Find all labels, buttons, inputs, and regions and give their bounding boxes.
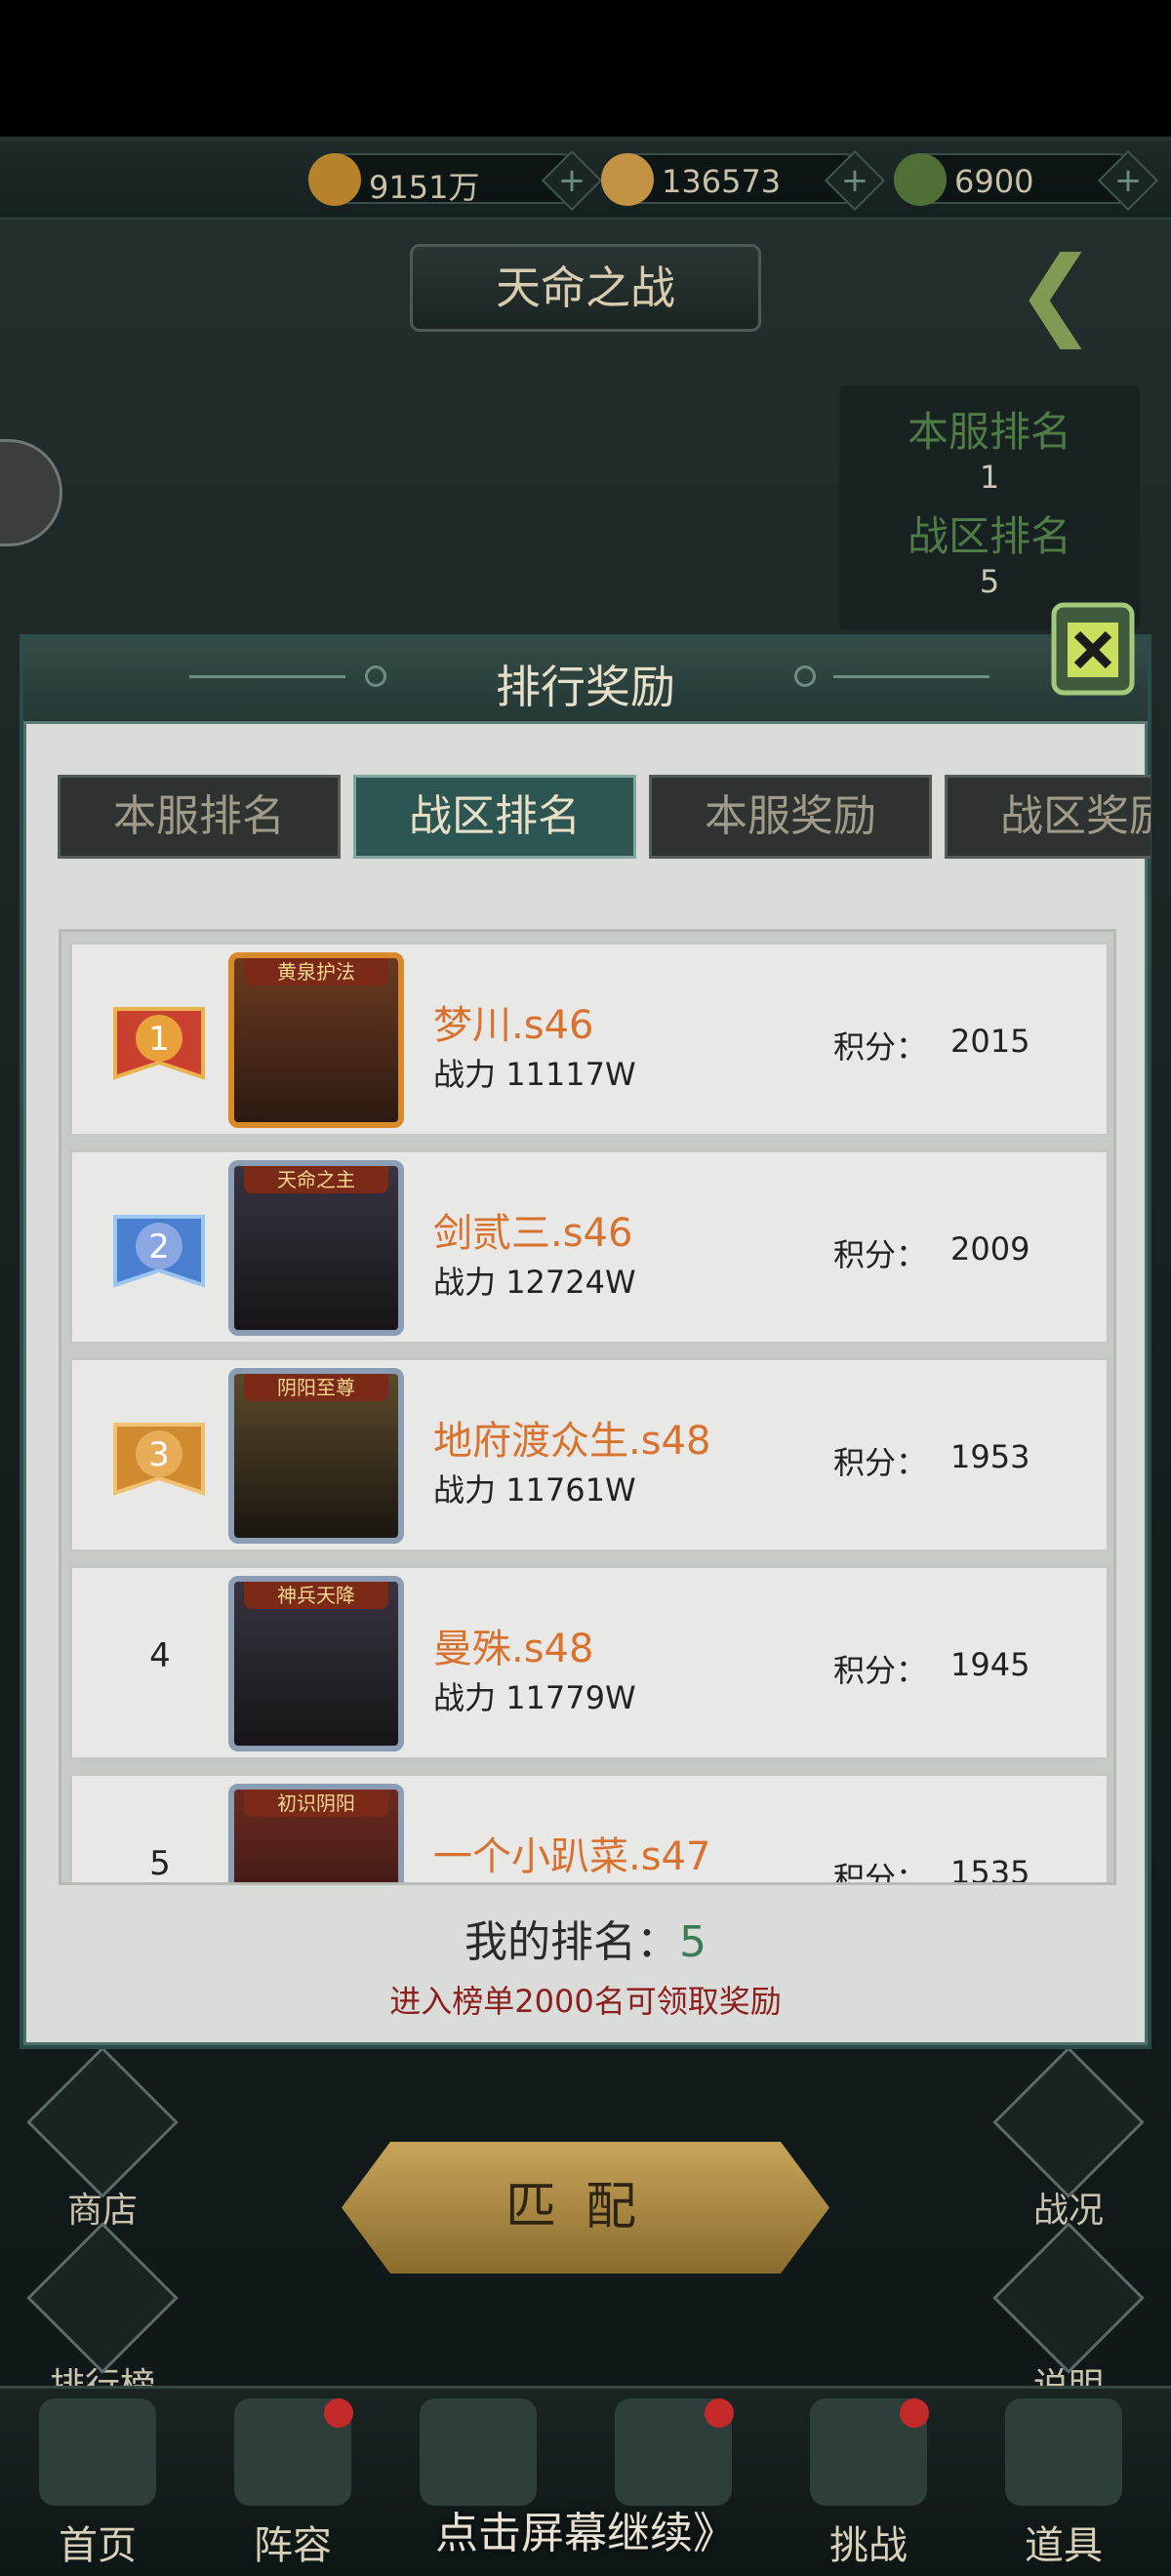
table-row: 1 黄泉护法 梦川.s46 战力 11117W 积分： 2015	[69, 942, 1110, 1137]
currency-bar: 9151万 + 136573 + 6900 +	[0, 141, 1171, 220]
ranking-list[interactable]: 1 黄泉护法 梦川.s46 战力 11117W 积分： 2015 2 天命之主 …	[59, 929, 1116, 1885]
player-name: 地府渡众生.s48	[433, 1419, 711, 1464]
items-icon	[1005, 2398, 1122, 2506]
power-value: 11117W	[505, 1056, 636, 1093]
table-row: 4 神兵天降 曼殊.s48 战力 11779W 积分： 1945	[69, 1565, 1110, 1760]
score-value: 2015	[950, 1023, 1030, 1060]
rank-number: 1	[148, 1020, 170, 1059]
score-value: 2009	[950, 1230, 1030, 1268]
player-power: 战力 11117W	[433, 1050, 636, 1095]
home-icon	[39, 2398, 156, 2506]
reward-note: 进入榜单2000名可领取奖励	[389, 1983, 782, 2020]
player-name: 曼殊.s48	[433, 1627, 594, 1671]
report-icon	[992, 2046, 1145, 2198]
score-label: 积分：	[833, 1860, 928, 1885]
shop-button[interactable]: 商店	[26, 2046, 179, 2233]
tab-server-rewards[interactable]: 本服奖励	[649, 775, 932, 859]
title-badge: 神兵天降	[244, 1582, 388, 1609]
title-badge: 天命之主	[244, 1166, 388, 1193]
power-value: 12724W	[505, 1264, 636, 1301]
tab-bar: 本服排名 战区排名 本服奖励 战区奖励	[58, 775, 1151, 863]
add-coins-button[interactable]: +	[541, 149, 603, 212]
rank-number: 5	[149, 1844, 171, 1883]
power-label: 战力	[433, 1264, 497, 1301]
leaderboard-icon	[26, 2222, 179, 2374]
add-jade-button[interactable]: +	[1097, 149, 1159, 212]
score-label: 积分：	[833, 1444, 928, 1481]
player-name: 一个小趴菜.s47	[433, 1834, 711, 1879]
status-area	[0, 0, 1171, 137]
my-rank-label: 我的排名：	[464, 1917, 679, 1967]
help-button[interactable]: 说明	[992, 2222, 1145, 2408]
battle-report-button[interactable]: 战况	[992, 2046, 1145, 2233]
notification-dot	[705, 2398, 734, 2428]
notification-dot	[324, 2398, 353, 2428]
power-label: 战力	[433, 1471, 497, 1509]
currency-value: 136573	[662, 163, 782, 200]
player-name: 剑贰三.s46	[433, 1211, 633, 1256]
score-label: 积分：	[833, 1236, 928, 1273]
my-rank: 我的排名：5	[23, 1907, 1148, 1969]
currency-value: 9151万	[369, 169, 480, 206]
rank-3-medal-icon: 3	[113, 1423, 205, 1496]
leaderboard-button[interactable]: 排行榜	[26, 2222, 179, 2408]
score-label: 积分：	[833, 1028, 928, 1066]
weapon-icon	[420, 2398, 537, 2506]
title-badge: 初识阴阳	[244, 1790, 388, 1817]
score-value: 1535	[950, 1854, 1030, 1885]
rank-2-medal-icon: 2	[113, 1215, 205, 1288]
continue-hint[interactable]: 点击屏幕继续》	[0, 2498, 1171, 2560]
avatar[interactable]: 黄泉护法	[228, 952, 404, 1128]
currency-jade: 6900 +	[894, 149, 1159, 212]
power-label: 战力	[433, 1679, 497, 1716]
ranking-rewards-modal: 排行奖励 本服排名 战区排名 本服奖励 战区奖励 1 黄泉护法 梦川.s46 战…	[20, 634, 1151, 2049]
currency-value: 6900	[954, 163, 1034, 200]
avatar[interactable]: 初识阴阳	[228, 1784, 404, 1882]
player-power: 战力 11779W	[433, 1673, 636, 1718]
shop-icon	[26, 2046, 179, 2198]
tab-server-ranking[interactable]: 本服排名	[58, 775, 341, 859]
close-icon[interactable]	[1034, 585, 1151, 703]
player-name: 梦川.s46	[433, 1003, 594, 1048]
table-row: 3 阴阳至尊 地府渡众生.s48 战力 11761W 积分： 1953	[69, 1357, 1110, 1552]
server-rank-value: 1	[979, 459, 1000, 496]
tab-zone-rewards[interactable]: 战区奖励	[945, 775, 1151, 859]
currency-coins: 9151万 +	[308, 149, 603, 212]
rank-number: 4	[149, 1636, 171, 1675]
title-badge: 阴阳至尊	[244, 1374, 388, 1401]
power-label: 战力	[433, 1056, 497, 1093]
jade-token-icon	[894, 153, 947, 206]
page-title: 天命之战	[410, 244, 761, 332]
my-rank-value: 5	[679, 1917, 707, 1967]
avatar[interactable]: 天命之主	[228, 1160, 404, 1336]
player-power: 战力 12724W	[433, 1258, 636, 1303]
back-arrow-icon[interactable]: ❮	[1015, 244, 1132, 351]
score-value: 1945	[950, 1646, 1030, 1683]
player-power: 战力 11761W	[433, 1466, 636, 1510]
match-button[interactable]: 匹配	[342, 2142, 829, 2274]
table-row: 5 初识阴阳 一个小趴菜.s47 积分： 1535	[69, 1773, 1110, 1885]
avatar[interactable]: 阴阳至尊	[228, 1368, 404, 1544]
rank-1-medal-icon: 1	[113, 1007, 205, 1080]
title-badge: 黄泉护法	[244, 958, 388, 986]
modal-header: 排行奖励	[23, 638, 1148, 724]
coin-icon	[308, 153, 361, 206]
power-value: 11761W	[505, 1471, 636, 1509]
modal-title: 排行奖励	[496, 661, 675, 713]
help-icon	[992, 2222, 1145, 2374]
currency-ingots: 136573 +	[601, 149, 886, 212]
avatar[interactable]: 神兵天降	[228, 1576, 404, 1751]
tab-zone-ranking[interactable]: 战区排名	[353, 775, 636, 859]
score-label: 积分：	[833, 1652, 928, 1689]
zone-rank-label: 战区排名	[907, 512, 1071, 560]
table-row: 2 天命之主 剑贰三.s46 战力 12724W 积分： 2009	[69, 1149, 1110, 1345]
add-ingots-button[interactable]: +	[824, 149, 886, 212]
server-rank-label: 本服排名	[907, 408, 1071, 456]
rank-number: 2	[148, 1228, 170, 1267]
rank-number: 3	[148, 1435, 170, 1474]
power-value: 11779W	[505, 1679, 636, 1716]
ingot-icon	[601, 153, 654, 206]
notification-dot	[900, 2398, 929, 2428]
score-value: 1953	[950, 1438, 1030, 1475]
